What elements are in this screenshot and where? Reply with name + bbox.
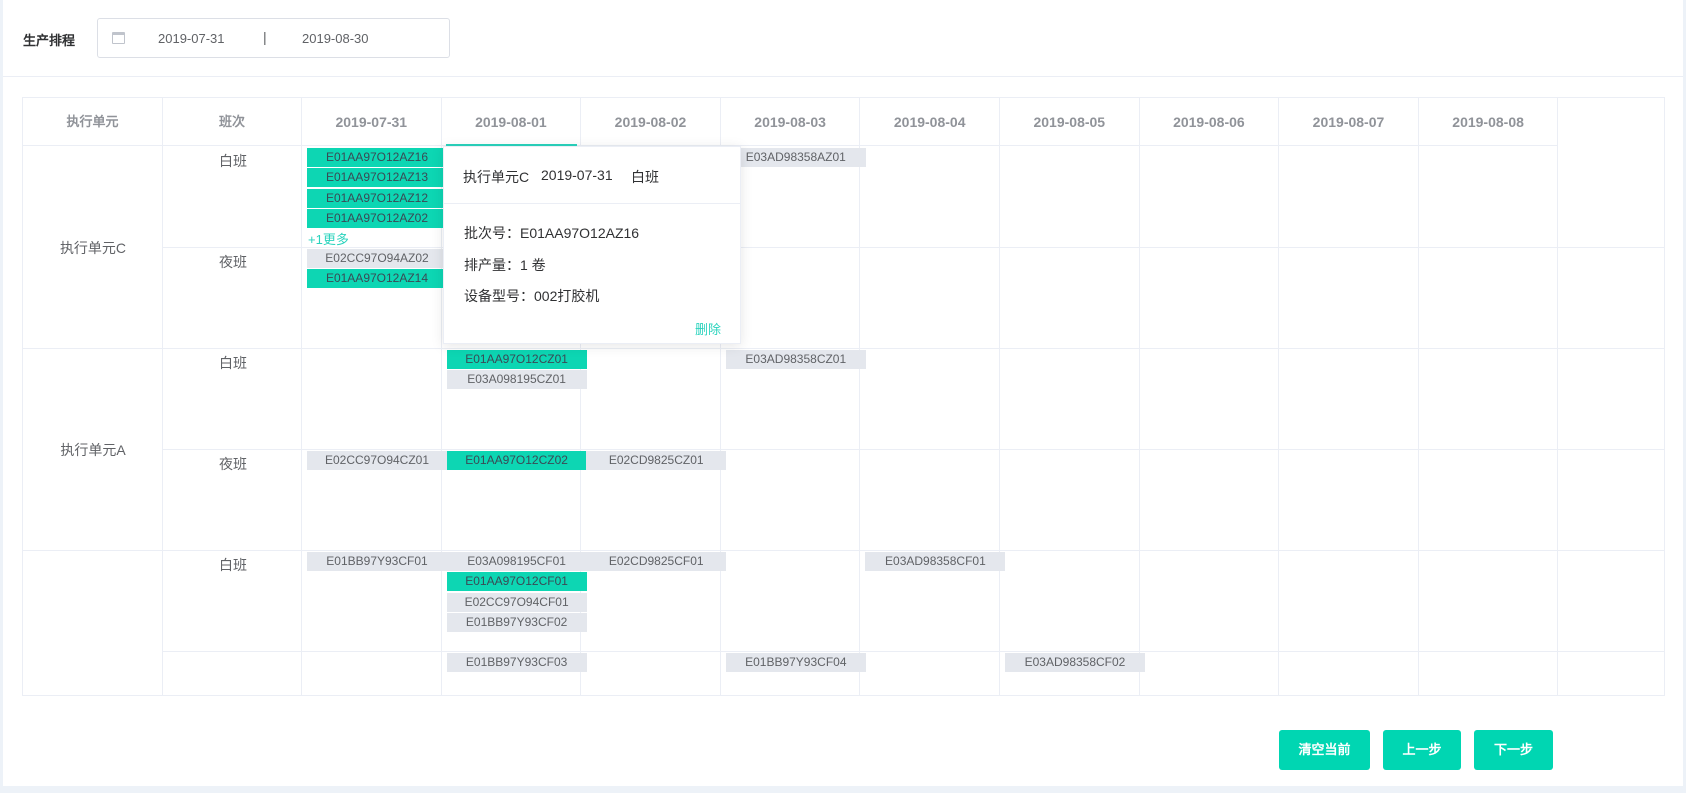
batch-chip[interactable]: E03AD98358CF02 xyxy=(1005,653,1145,672)
shift-label: 白班 xyxy=(219,355,247,371)
shift-label: 白班 xyxy=(219,153,247,169)
grid-line xyxy=(163,651,1664,652)
batch-chip[interactable]: E03A098195CZ01 xyxy=(446,370,587,390)
column-header-date[interactable]: 2019-08-05 xyxy=(1000,98,1140,146)
batch-chip[interactable]: E01BB97Y93CF03 xyxy=(446,653,587,672)
batch-chip[interactable]: E02CC97O94CZ01 xyxy=(307,451,447,470)
batch-chip[interactable]: E03AD98358CF01 xyxy=(865,552,1006,571)
clear-current-button[interactable]: 清空当前 xyxy=(1279,730,1370,770)
more-link[interactable]: +1更多 xyxy=(308,229,349,248)
batch-chip[interactable]: E01AA97O12AZ14 xyxy=(307,269,447,289)
grid-line xyxy=(163,449,1664,450)
batch-chip[interactable]: E02CD9825CF01 xyxy=(586,552,727,571)
batch-chip[interactable]: E01AA97O12AZ12 xyxy=(307,188,447,208)
grid-line xyxy=(1140,146,1280,695)
grid-line xyxy=(1419,146,1559,695)
batch-chip[interactable]: E02CC97O94CF01 xyxy=(446,592,587,612)
grid-line xyxy=(163,247,1664,248)
popover-quantity: 排产量：1 卷 xyxy=(464,257,546,273)
batch-chip[interactable]: E03A098195CF01 xyxy=(446,552,587,571)
date-end-input[interactable]: 2019-08-30 xyxy=(302,31,369,46)
column-header-date[interactable]: 2019-08-03 xyxy=(720,98,861,146)
column-header-date[interactable]: 2019-08-06 xyxy=(1139,98,1280,146)
grid-line xyxy=(23,146,163,695)
date-separator: | xyxy=(263,29,267,45)
column-header-shift: 班次 xyxy=(163,98,302,146)
shift-label: 白班 xyxy=(219,557,247,573)
grid-line xyxy=(721,146,861,695)
column-header-date[interactable]: 2019-08-04 xyxy=(860,98,1000,146)
execution-unit-label: 执行单元A xyxy=(60,442,126,458)
batch-chip[interactable]: E03AD98358AZ01 xyxy=(725,148,866,167)
popover-unit: 执行单元C xyxy=(463,169,530,185)
grid-line xyxy=(1000,146,1140,695)
column-header-date[interactable]: 2019-08-07 xyxy=(1279,98,1419,146)
batch-chip[interactable]: E01AA97O12CZ02 xyxy=(446,451,587,470)
batch-chip[interactable]: E01AA97O12AZ02 xyxy=(307,208,447,228)
popover-batch: 批次号：E01AA97O12AZ16 xyxy=(464,225,640,241)
prev-step-button[interactable]: 上一步 xyxy=(1383,730,1461,770)
batch-chip[interactable]: E01BB97Y93CF02 xyxy=(446,612,587,632)
shift-label: 夜班 xyxy=(219,456,247,472)
column-header-unit: 执行单元 xyxy=(23,98,163,146)
delete-link[interactable]: 删除 xyxy=(695,319,721,338)
column-header-date[interactable]: 2019-08-08 xyxy=(1418,98,1559,146)
calendar-icon xyxy=(112,32,125,44)
batch-popover: 执行单元C 2019-07-31 白班批次号：E01AA97O12AZ16 排产量：1… xyxy=(443,146,741,344)
grid-line xyxy=(23,348,1664,349)
popover-date: 2019-07-31 xyxy=(541,167,613,183)
batch-chip[interactable]: E02CC97O94AZ02 xyxy=(307,249,447,268)
date-start-input[interactable]: 2019-07-31 xyxy=(158,31,225,46)
main-panel: 生产排程 2019-07-31 | 2019-08-30 执行单元 班次 2019-… xyxy=(3,0,1683,786)
batch-chip[interactable]: E01AA97O12AZ16 xyxy=(307,148,447,167)
next-step-button[interactable]: 下一步 xyxy=(1474,730,1553,770)
batch-chip[interactable]: E03AD98358CZ01 xyxy=(725,350,866,369)
grid-line xyxy=(1279,146,1419,695)
popover-header: 执行单元C 2019-07-31 白班 xyxy=(444,147,740,204)
batch-chip[interactable]: E01AA97O12CZ01 xyxy=(446,350,587,369)
batch-chip[interactable]: E01BB97Y93CF04 xyxy=(725,653,866,672)
batch-chip[interactable]: E02CD9825CZ01 xyxy=(586,451,727,470)
column-header-date[interactable]: 2019-08-01 xyxy=(441,98,582,146)
page-title: 生产排程 xyxy=(23,33,76,48)
grid-line xyxy=(860,146,1000,695)
column-header-date[interactable]: 2019-07-31 xyxy=(302,98,442,146)
batch-chip[interactable]: E01AA97O12CF01 xyxy=(446,572,587,592)
batch-chip[interactable]: E01BB97Y93CF01 xyxy=(307,552,447,571)
schedule-grid: 执行单元 班次 2019-07-31 2019-08-01 2019-08-02 2019… xyxy=(22,97,1665,696)
grid-line xyxy=(163,146,302,695)
date-range-picker[interactable]: 2019-07-31 | 2019-08-30 xyxy=(97,18,450,58)
execution-unit-label: 执行单元C xyxy=(59,240,127,256)
grid-line xyxy=(23,550,1664,551)
column-header-date[interactable]: 2019-08-02 xyxy=(581,98,721,146)
batch-chip[interactable]: E01AA97O12AZ13 xyxy=(307,168,447,188)
shift-label: 夜班 xyxy=(219,254,247,270)
toolbar: 生产排程 2019-07-31 | 2019-08-30 xyxy=(3,0,1683,77)
popover-shift: 白班 xyxy=(631,169,659,185)
popover-device: 设备型号：002打胶机 xyxy=(464,288,600,304)
